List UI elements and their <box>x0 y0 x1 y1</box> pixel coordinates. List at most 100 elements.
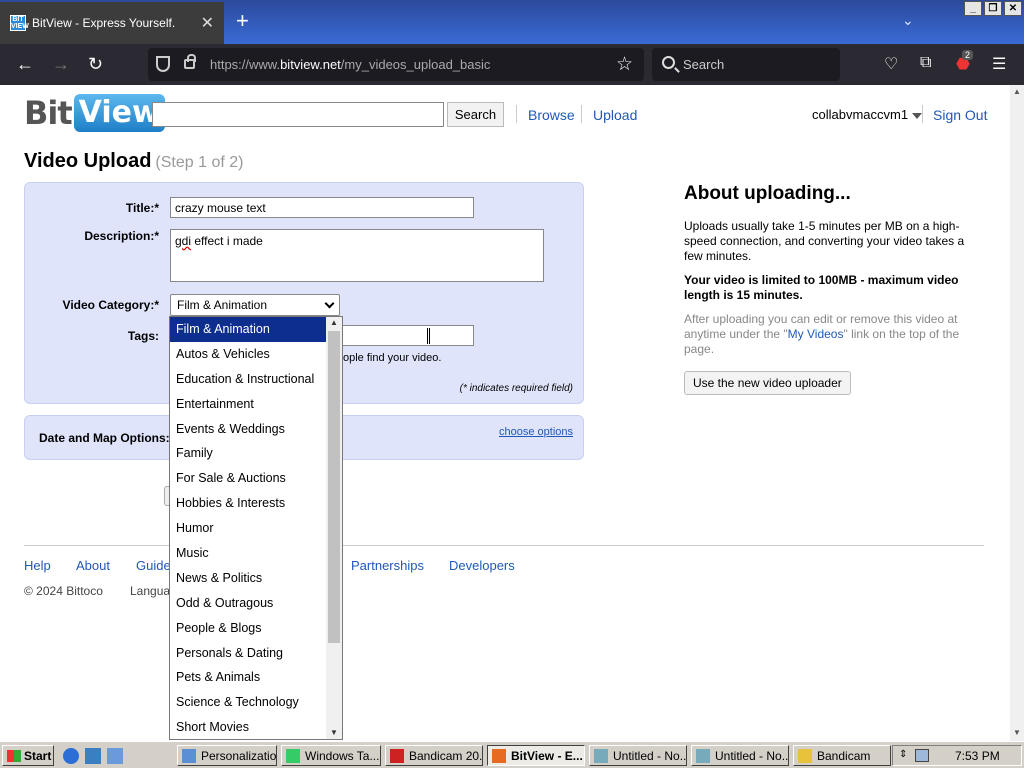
bookmark-star-icon[interactable]: ☆ <box>616 53 633 76</box>
my-videos-link[interactable]: My Videos <box>788 327 844 341</box>
category-option[interactable]: Science & Technology <box>170 690 326 715</box>
url-text[interactable]: https://www.bitview.net/my_videos_upload… <box>210 57 490 72</box>
scroll-thumb[interactable] <box>328 331 340 643</box>
footer-partnerships-link[interactable]: Partnerships <box>351 558 424 573</box>
windows-taskbar: Start Personalization Windows Ta... Bandic… <box>0 741 1024 768</box>
footer-about-link[interactable]: About <box>76 558 110 573</box>
switch-windows-icon[interactable] <box>107 748 123 764</box>
close-window-icon[interactable]: ✕ <box>1004 1 1022 16</box>
show-desktop-icon[interactable] <box>85 748 101 764</box>
about-paragraph: Uploads usually take 1-5 minutes per MB … <box>684 219 965 263</box>
new-tab-icon[interactable]: + <box>236 10 249 32</box>
taskbar-task[interactable]: Bandicam 20... <box>385 745 483 766</box>
tray-expand-icon[interactable]: ⇕ <box>899 749 907 760</box>
category-option[interactable]: Autos & Vehicles <box>170 342 326 367</box>
footer-developers-link[interactable]: Developers <box>449 558 515 573</box>
system-tray: ⇕ 7:53 PM <box>892 745 1022 766</box>
task-app-icon <box>492 748 506 763</box>
category-option[interactable]: Pets & Animals <box>170 665 326 690</box>
network-icon[interactable] <box>915 749 929 762</box>
category-option[interactable]: Personals & Dating <box>170 641 326 666</box>
forward-arrow-icon[interactable]: → <box>52 53 70 75</box>
category-option[interactable]: Film & Animation <box>170 317 326 342</box>
category-option[interactable]: Odd & Outragous <box>170 591 326 616</box>
category-options: Film & Animation Autos & Vehicles Educatio… <box>170 317 326 739</box>
tracking-shield-icon[interactable] <box>156 56 170 72</box>
category-label: Video Category:* <box>62 298 159 312</box>
taskbar-task[interactable]: Bandicam <box>793 745 891 766</box>
scroll-up-icon[interactable]: ▲ <box>330 318 338 327</box>
task-label: Personalization <box>201 748 277 763</box>
category-option[interactable]: Events & Weddings <box>170 417 326 442</box>
reload-icon[interactable]: ↻ <box>88 53 103 75</box>
date-map-label: Date and Map Options: <box>39 431 170 445</box>
back-arrow-icon[interactable]: ← <box>16 53 34 75</box>
tab-close-icon[interactable]: ✕ <box>201 13 214 33</box>
category-option[interactable]: Music <box>170 541 326 566</box>
upload-link[interactable]: Upload <box>593 107 637 123</box>
task-label: Windows Ta... <box>305 748 380 763</box>
about-limit-paragraph: Your video is limited to 100MB - maximum… <box>684 273 959 302</box>
minimize-icon[interactable]: _ <box>964 1 982 16</box>
pocket-icon[interactable]: ♡ <box>884 54 898 74</box>
taskbar-task[interactable]: Windows Ta... <box>281 745 381 766</box>
taskbar-task[interactable]: Personalization <box>177 745 277 766</box>
caret-down-icon <box>912 112 923 119</box>
page-title: Video Upload (Step 1 of 2) <box>24 150 244 172</box>
extension-badge: 2 <box>962 50 974 60</box>
bitview-logo[interactable]: Bit View <box>24 93 165 133</box>
url-bar[interactable]: https://www.bitview.net/my_videos_upload… <box>148 48 644 81</box>
category-option[interactable]: People & Blogs <box>170 616 326 641</box>
lock-icon[interactable] <box>184 54 196 69</box>
title-input[interactable]: crazy mouse text <box>170 197 474 218</box>
ie-icon[interactable] <box>63 748 79 764</box>
divider <box>516 105 517 123</box>
site-search-input[interactable] <box>152 102 444 127</box>
chevron-down-icon <box>324 298 335 309</box>
category-option[interactable]: Hobbies & Interests <box>170 491 326 516</box>
category-option[interactable]: Family <box>170 441 326 466</box>
category-option[interactable]: For Sale & Auctions <box>170 466 326 491</box>
dropdown-scrollbar[interactable]: ▲ ▼ <box>326 317 342 739</box>
category-option[interactable]: Short Movies <box>170 715 326 739</box>
user-menu[interactable]: collabvmaccvm1 <box>812 107 923 122</box>
choose-options-link[interactable]: choose options <box>499 426 573 438</box>
category-option[interactable]: Education & Instructional <box>170 367 326 392</box>
category-option[interactable]: News & Politics <box>170 566 326 591</box>
new-uploader-button[interactable]: Use the new video uploader <box>684 371 851 395</box>
title-label: Title:* <box>125 201 159 215</box>
restore-icon[interactable]: ❐ <box>984 1 1002 16</box>
browser-navbar: ← → ↻ https://www.bitview.net/my_videos_… <box>0 44 1024 85</box>
start-button[interactable]: Start <box>2 745 54 766</box>
browse-link[interactable]: Browse <box>528 107 575 123</box>
category-select[interactable]: Film & Animation <box>170 294 340 316</box>
category-dropdown-list[interactable]: Film & Animation Autos & Vehicles Educatio… <box>169 316 343 740</box>
category-option[interactable]: Humor <box>170 516 326 541</box>
scroll-down-icon[interactable]: ▼ <box>1013 728 1021 737</box>
footer-guide-link[interactable]: Guide <box>136 558 171 573</box>
divider <box>922 105 923 123</box>
extensions-icon[interactable]: ⧉ <box>920 54 931 72</box>
sign-out-link[interactable]: Sign Out <box>933 107 987 123</box>
taskbar-task[interactable]: Untitled - No... <box>691 745 789 766</box>
description-label: Description:* <box>84 229 159 243</box>
task-label: Bandicam <box>817 748 871 763</box>
scroll-down-icon[interactable]: ▼ <box>330 728 338 737</box>
about-uploading-sidebar: About uploading... Uploads usually take … <box>684 183 974 395</box>
footer-help-link[interactable]: Help <box>24 558 51 573</box>
site-search-button[interactable]: Search <box>447 102 504 127</box>
browser-tab[interactable]: BIT VIEW BitView - Express Yourself. ✕ <box>0 2 224 44</box>
browser-titlebar: BIT VIEW BitView - Express Yourself. ✕ +… <box>0 0 1024 44</box>
page-scrollbar[interactable]: ▲ ▼ <box>1010 85 1024 741</box>
scroll-up-icon[interactable]: ▲ <box>1013 87 1021 96</box>
taskbar-task[interactable]: Untitled - No... <box>589 745 687 766</box>
text-cursor-icon <box>427 328 430 344</box>
description-textarea[interactable]: gdi effect i made <box>170 229 544 282</box>
browser-search-box[interactable]: Search <box>652 48 840 81</box>
menu-hamburger-icon[interactable]: ☰ <box>992 54 1006 74</box>
taskbar-task[interactable]: BitView - E... <box>487 745 585 766</box>
tab-list-chevron-icon[interactable]: ⌄ <box>902 12 914 29</box>
language-selector[interactable]: Langua <box>130 584 170 598</box>
category-option[interactable]: Entertainment <box>170 392 326 417</box>
task-label: Bandicam 20... <box>409 748 483 763</box>
